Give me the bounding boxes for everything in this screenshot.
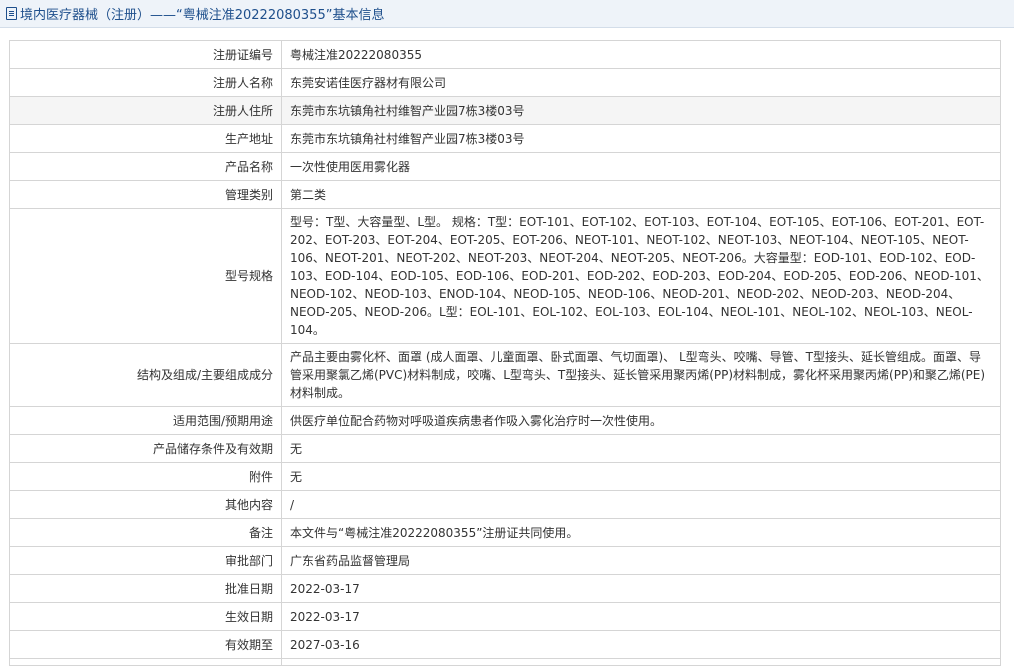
- field-value: 一次性使用医用雾化器: [281, 152, 1001, 181]
- table-row: 备注 本文件与“粤械注准20222080355”注册证共同使用。: [9, 518, 1001, 547]
- table-row-partial: [9, 658, 1001, 666]
- field-value: 2027-03-16: [281, 630, 1001, 659]
- table-row: 有效期至 2027-03-16: [9, 630, 1001, 659]
- field-value: 产品主要由雾化杯、面罩 (成人面罩、儿童面罩、卧式面罩、气切面罩)、 L型弯头、…: [281, 343, 1001, 407]
- table-row: 适用范围/预期用途 供医疗单位配合药物对呼吸道疾病患者作吸入雾化治疗时一次性使用…: [9, 406, 1001, 435]
- field-label: 型号规格: [9, 208, 282, 344]
- field-label: 附件: [9, 462, 282, 491]
- field-value: /: [281, 490, 1001, 519]
- field-label: 生产地址: [9, 124, 282, 153]
- table-row: 注册证编号 粤械注准20222080355: [9, 40, 1001, 69]
- field-value: 东莞市东坑镇角社村维智产业园7栋3楼03号: [281, 96, 1001, 125]
- registration-info-table: 注册证编号 粤械注准20222080355 注册人名称 东莞安诺佳医疗器材有限公…: [9, 40, 1001, 666]
- field-value: 东莞市东坑镇角社村维智产业园7栋3楼03号: [281, 124, 1001, 153]
- field-label: 审批部门: [9, 546, 282, 575]
- field-label: 产品储存条件及有效期: [9, 434, 282, 463]
- field-value: 无: [281, 462, 1001, 491]
- field-value: 粤械注准20222080355: [281, 40, 1001, 69]
- table-row: 型号规格 型号：T型、大容量型、L型。 规格：T型：EOT-101、EOT-10…: [9, 208, 1001, 344]
- field-value: 无: [281, 434, 1001, 463]
- field-label: 注册人住所: [9, 96, 282, 125]
- field-value: 供医疗单位配合药物对呼吸道疾病患者作吸入雾化治疗时一次性使用。: [281, 406, 1001, 435]
- table-row: 生产地址 东莞市东坑镇角社村维智产业园7栋3楼03号: [9, 124, 1001, 153]
- field-label: 注册人名称: [9, 68, 282, 97]
- page-title: 境内医疗器械（注册）——“粤械注准20222080355”基本信息: [20, 8, 385, 23]
- field-label: 其他内容: [9, 490, 282, 519]
- field-label: 适用范围/预期用途: [9, 406, 282, 435]
- field-value: 本文件与“粤械注准20222080355”注册证共同使用。: [281, 518, 1001, 547]
- table-row: 生效日期 2022-03-17: [9, 602, 1001, 631]
- table-row: 结构及组成/主要组成成分 产品主要由雾化杯、面罩 (成人面罩、儿童面罩、卧式面罩…: [9, 343, 1001, 407]
- field-value: 2022-03-17: [281, 574, 1001, 603]
- table-row: 其他内容 /: [9, 490, 1001, 519]
- table-row: 产品名称 一次性使用医用雾化器: [9, 152, 1001, 181]
- document-icon: [6, 7, 17, 20]
- field-label: 结构及组成/主要组成成分: [9, 343, 282, 407]
- field-label: 注册证编号: [9, 40, 282, 69]
- table-row: 附件 无: [9, 462, 1001, 491]
- field-value: 型号：T型、大容量型、L型。 规格：T型：EOT-101、EOT-102、EOT…: [281, 208, 1001, 344]
- field-label: 备注: [9, 518, 282, 547]
- table-row: 审批部门 广东省药品监督管理局: [9, 546, 1001, 575]
- field-label: 有效期至: [9, 630, 282, 659]
- table-row: 注册人名称 东莞安诺佳医疗器材有限公司: [9, 68, 1001, 97]
- table-row: 批准日期 2022-03-17: [9, 574, 1001, 603]
- field-label: 批准日期: [9, 574, 282, 603]
- field-value: 东莞安诺佳医疗器材有限公司: [281, 68, 1001, 97]
- table-row: 注册人住所 东莞市东坑镇角社村维智产业园7栋3楼03号: [9, 96, 1001, 125]
- field-value: 2022-03-17: [281, 602, 1001, 631]
- table-row: 管理类别 第二类: [9, 180, 1001, 209]
- field-label: 生效日期: [9, 602, 282, 631]
- field-label: 管理类别: [9, 180, 282, 209]
- field-label: 产品名称: [9, 152, 282, 181]
- table-row: 产品储存条件及有效期 无: [9, 434, 1001, 463]
- field-value: 第二类: [281, 180, 1001, 209]
- page-header: 境内医疗器械（注册）——“粤械注准20222080355”基本信息: [0, 0, 1014, 28]
- field-value: 广东省药品监督管理局: [281, 546, 1001, 575]
